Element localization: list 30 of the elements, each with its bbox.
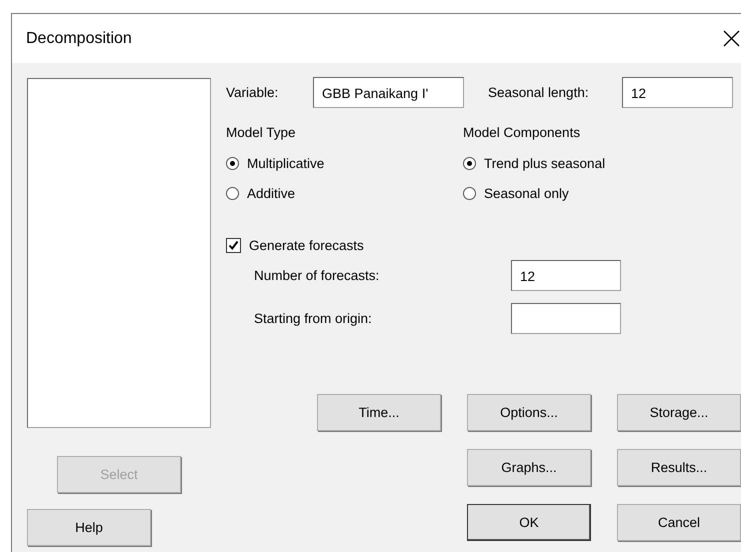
field-label: Starting from origin:	[254, 311, 373, 326]
checkbox-label[interactable]: Generate forecasts	[249, 238, 364, 252]
radio-button[interactable]	[226, 186, 239, 200]
field-label: Seasonal length:	[488, 85, 590, 100]
radio-label[interactable]: Additive	[247, 186, 296, 200]
radio-button[interactable]	[463, 156, 476, 170]
close-icon[interactable]	[723, 30, 740, 47]
dialog-button[interactable]: Time...	[317, 394, 441, 431]
radio-label[interactable]: Multiplicative	[247, 156, 324, 170]
radio-label[interactable]: Trend plus seasonal	[484, 156, 606, 170]
dialog-button[interactable]: Cancel	[617, 504, 741, 541]
group-heading: Model Type	[226, 125, 297, 140]
ok-button[interactable]: OK	[467, 504, 591, 541]
window-title: Decomposition	[26, 30, 132, 48]
dialog-button[interactable]: Options...	[467, 394, 591, 431]
forecasts-field[interactable]: 12	[511, 260, 621, 291]
seasonal-length-field[interactable]: 12	[622, 77, 733, 108]
dialog-button[interactable]: Results...	[617, 449, 741, 486]
variable-field[interactable]: GBB Panaikang I'	[313, 77, 464, 108]
radio-button[interactable]	[226, 156, 239, 170]
checkbox[interactable]	[226, 238, 241, 252]
origin-field[interactable]	[511, 303, 621, 334]
dialog-button[interactable]: Storage...	[617, 394, 741, 431]
radio-label[interactable]: Seasonal only	[484, 186, 569, 200]
radio-button[interactable]	[463, 186, 476, 200]
group-heading: Model Components	[463, 125, 582, 140]
field-label: Variable:	[226, 85, 280, 100]
dialog-button[interactable]: Help	[27, 509, 151, 546]
dialog-button[interactable]: Graphs...	[467, 449, 591, 486]
field-label: Number of forecasts:	[254, 268, 380, 283]
